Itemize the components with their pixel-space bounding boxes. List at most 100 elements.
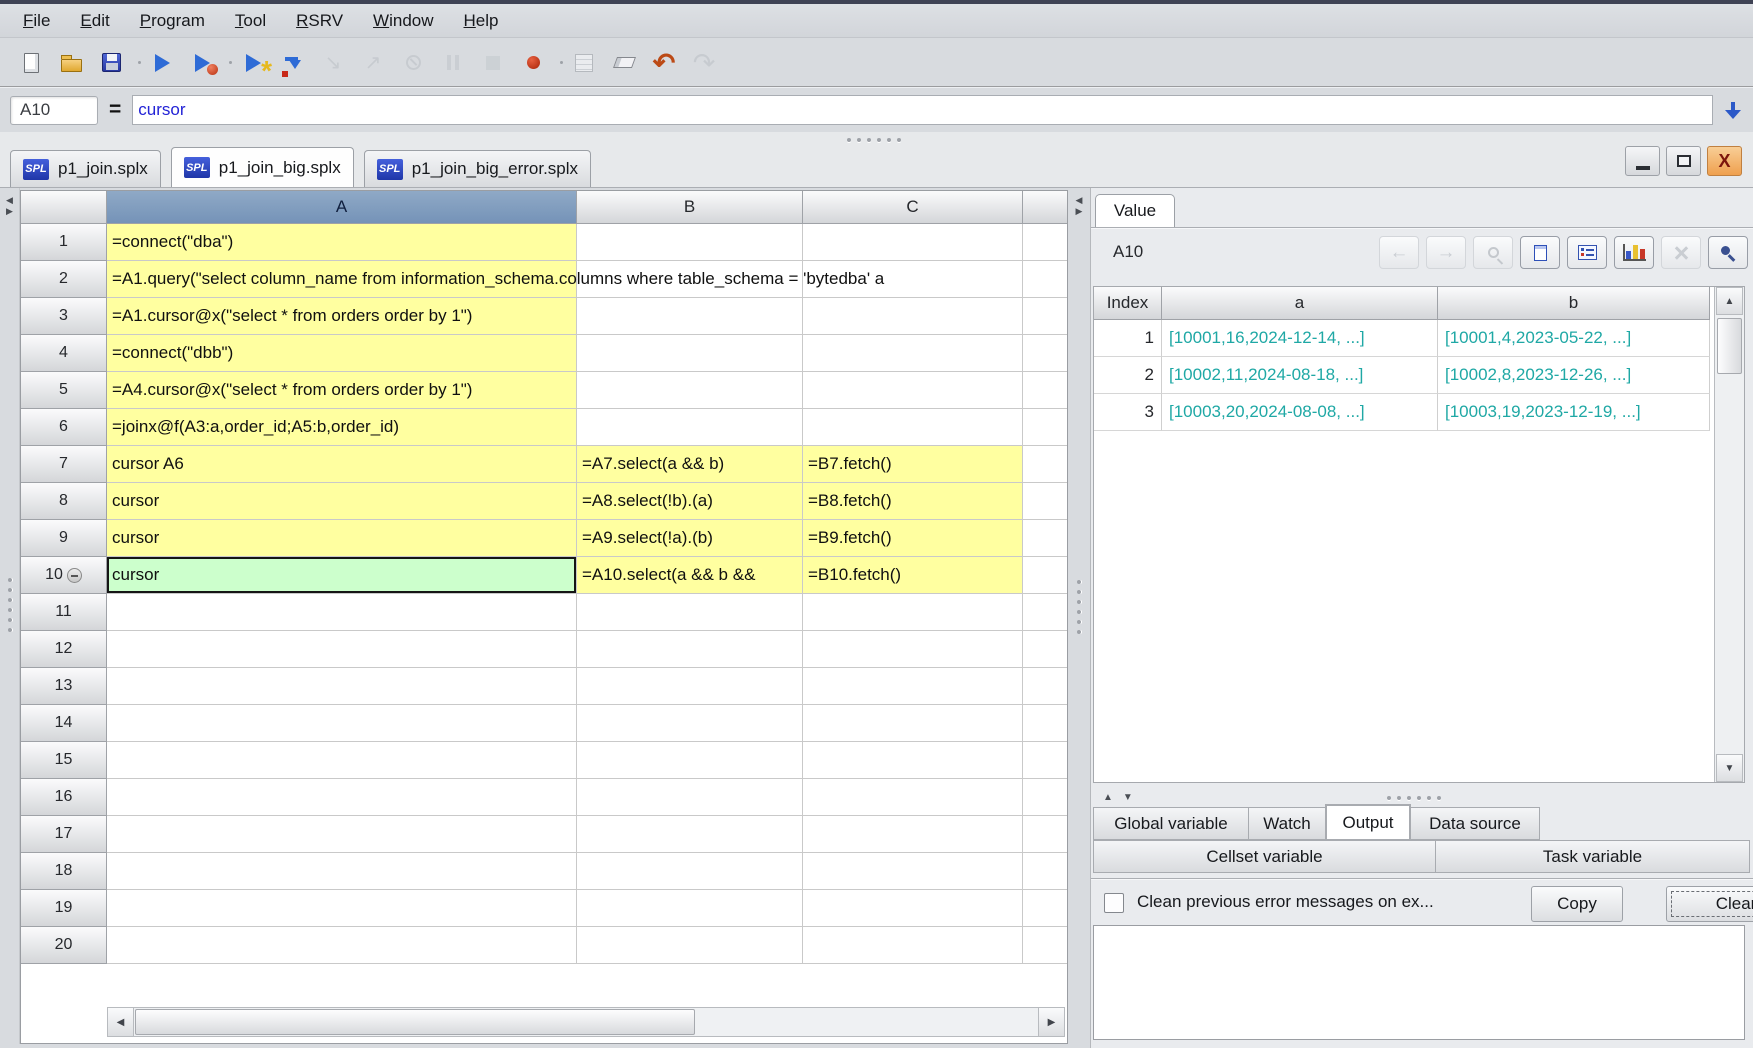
column-header-C[interactable]: C	[803, 191, 1023, 224]
cell-A18[interactable]	[107, 853, 577, 890]
cell-A6[interactable]: =joinx@f(A3:a,order_id;A5:b,order_id)	[107, 409, 577, 446]
value-b-cell[interactable]: [10001,4,2023-05-22, ...]	[1438, 320, 1710, 357]
row-header-18[interactable]: 18	[21, 853, 107, 890]
cell-A2[interactable]: =A1.query("select column_name from infor…	[107, 261, 884, 298]
tab-task-variable[interactable]: Task variable	[1435, 840, 1750, 873]
tab-output[interactable]: Output	[1325, 804, 1411, 841]
cell-C1[interactable]	[803, 224, 1023, 261]
cell-A17[interactable]	[107, 816, 577, 853]
panel-splitter[interactable]: ◀ ▶	[1068, 188, 1090, 1044]
file-tab-p1_join_big-splx[interactable]: SPL p1_join_big.splx	[170, 147, 354, 187]
tab-value[interactable]: Value	[1095, 194, 1175, 227]
execute-current-cell-button[interactable]	[276, 47, 310, 79]
cell-A12[interactable]	[107, 631, 577, 668]
cell-partial-12[interactable]	[1023, 631, 1067, 668]
cell-C5[interactable]	[803, 372, 1023, 409]
cell-partial-16[interactable]	[1023, 779, 1067, 816]
cell-partial-19[interactable]	[1023, 890, 1067, 927]
expand-formula-button[interactable]	[1718, 95, 1748, 125]
chart-button[interactable]	[1614, 236, 1654, 269]
cell-C16[interactable]	[803, 779, 1023, 816]
copy-button[interactable]	[1520, 236, 1560, 269]
cell-C11[interactable]	[803, 594, 1023, 631]
cell-partial-2[interactable]	[1023, 261, 1067, 298]
menu-item-rsrv[interactable]: RSRV	[281, 11, 358, 31]
cell-B6[interactable]	[577, 409, 803, 446]
cell-A1[interactable]: =connect("dba")	[107, 224, 577, 261]
step-execute-button[interactable]: *	[236, 47, 272, 84]
cell-C9[interactable]: =B9.fetch()	[803, 520, 1023, 557]
cell-B14[interactable]	[577, 705, 803, 742]
cell-A8[interactable]: cursor	[107, 483, 577, 520]
cell-A5[interactable]: =A4.cursor@x("select * from orders order…	[107, 372, 577, 409]
row-header-5[interactable]: 5	[21, 372, 107, 409]
tab-global-variable[interactable]: Global variable	[1093, 807, 1249, 840]
grid-horizontal-scrollbar[interactable]: ◀ ▶	[107, 1007, 1065, 1037]
value-index-cell[interactable]: 1	[1094, 320, 1162, 357]
splitter-collapse-icons[interactable]: ◀ ▶	[1068, 196, 1090, 216]
row-header-12[interactable]: 12	[21, 631, 107, 668]
row-header-17[interactable]: 17	[21, 816, 107, 853]
cell-partial-13[interactable]	[1023, 668, 1067, 705]
column-header-B[interactable]: B	[577, 191, 803, 224]
splitter-collapse-icons[interactable]: ◀ ▶	[0, 196, 19, 216]
menu-item-file[interactable]: File	[8, 11, 65, 31]
cell-A14[interactable]	[107, 705, 577, 742]
cell-partial-17[interactable]	[1023, 816, 1067, 853]
output-message-area[interactable]	[1093, 925, 1745, 1040]
menu-item-window[interactable]: Window	[358, 11, 448, 31]
cell-B5[interactable]	[577, 372, 803, 409]
cell-B20[interactable]	[577, 927, 803, 964]
splitter-drag-handle[interactable]	[1077, 580, 1081, 634]
cell-C15[interactable]	[803, 742, 1023, 779]
toolbar-drag-handle[interactable]	[847, 138, 901, 142]
row-header-8[interactable]: 8	[21, 483, 107, 520]
cell-C18[interactable]	[803, 853, 1023, 890]
clean-errors-checkbox[interactable]	[1104, 893, 1124, 913]
row-header-7[interactable]: 7	[21, 446, 107, 483]
cell-C13[interactable]	[803, 668, 1023, 705]
cell-B13[interactable]	[577, 668, 803, 705]
new-file-button[interactable]	[14, 47, 48, 79]
cell-B19[interactable]	[577, 890, 803, 927]
value-index-cell[interactable]: 2	[1094, 357, 1162, 394]
grid-corner-cell[interactable]	[21, 191, 107, 224]
cell-B12[interactable]	[577, 631, 803, 668]
value-a-cell[interactable]: [10002,11,2024-08-18, ...]	[1162, 357, 1438, 394]
row-header-9[interactable]: 9	[21, 520, 107, 557]
value-b-cell[interactable]: [10003,19,2023-12-19, ...]	[1438, 394, 1710, 431]
cell-C17[interactable]	[803, 816, 1023, 853]
save-button[interactable]	[94, 47, 128, 79]
cell-B11[interactable]	[577, 594, 803, 631]
value-b-cell[interactable]: [10002,8,2023-12-26, ...]	[1438, 357, 1710, 394]
minimize-button[interactable]	[1625, 146, 1660, 176]
eraser-button[interactable]	[607, 47, 641, 79]
run-button[interactable]	[145, 47, 179, 79]
clear-button[interactable]: Clear	[1666, 886, 1753, 922]
row-header-3[interactable]: 3	[21, 298, 107, 335]
cell-B3[interactable]	[577, 298, 803, 335]
value-a-cell[interactable]: [10003,20,2024-08-08, ...]	[1162, 394, 1438, 431]
cell-A9[interactable]: cursor	[107, 520, 577, 557]
scroll-down-button[interactable]: ▼	[1716, 754, 1743, 782]
cell-B8[interactable]: =A8.select(!b).(a)	[577, 483, 803, 520]
cell-A4[interactable]: =connect("dbb")	[107, 335, 577, 372]
cell-A15[interactable]	[107, 742, 577, 779]
cell-partial-20[interactable]	[1023, 927, 1067, 964]
cell-A3[interactable]: =A1.cursor@x("select * from orders order…	[107, 298, 577, 335]
cell-A13[interactable]	[107, 668, 577, 705]
cell-C8[interactable]: =B8.fetch()	[803, 483, 1023, 520]
execute-button[interactable]	[185, 47, 219, 79]
cell-partial-9[interactable]	[1023, 520, 1067, 557]
cell-partial-7[interactable]	[1023, 446, 1067, 483]
cell-C12[interactable]	[803, 631, 1023, 668]
cell-partial-4[interactable]	[1023, 335, 1067, 372]
menu-item-program[interactable]: Program	[125, 11, 220, 31]
cell-C20[interactable]	[803, 927, 1023, 964]
row-header-4[interactable]: 4	[21, 335, 107, 372]
cell-A11[interactable]	[107, 594, 577, 631]
cell-B17[interactable]	[577, 816, 803, 853]
undo-button[interactable]: ↶	[647, 47, 681, 79]
form-view-button[interactable]	[1567, 236, 1607, 269]
cell-partial-1[interactable]	[1023, 224, 1067, 261]
